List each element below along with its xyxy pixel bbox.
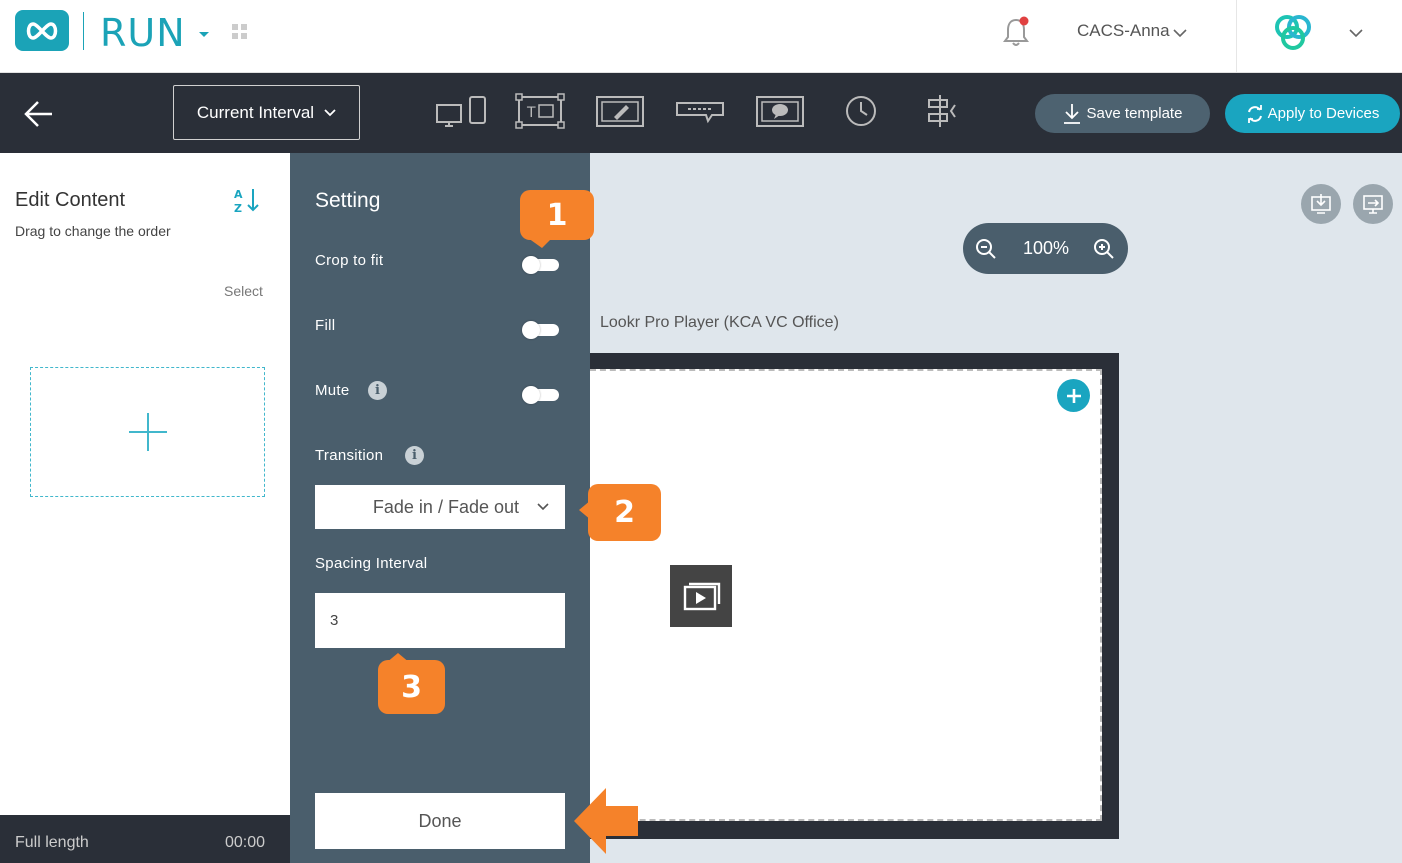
top-bar: RUN CACS-Anna <box>0 0 1402 73</box>
text-widget-icon[interactable]: T <box>515 93 567 134</box>
chevron-down-icon[interactable] <box>1349 25 1363 43</box>
zoom-control: 100% <box>963 223 1128 274</box>
apps-grid-icon[interactable] <box>232 24 248 45</box>
fill-toggle[interactable] <box>522 321 559 339</box>
annotation-badge-3: 3 <box>378 660 445 714</box>
svg-text:T: T <box>526 105 536 121</box>
annotation-badge-1: 1 <box>520 190 594 240</box>
screen-preview-icon[interactable] <box>1353 184 1393 224</box>
download-icon <box>1063 103 1080 124</box>
transition-select[interactable]: Fade in / Fade out <box>315 485 565 529</box>
device-orientation-icon[interactable] <box>436 93 488 134</box>
badge-pointer-icon <box>528 238 552 248</box>
transition-value: Fade in / Fade out <box>372 496 519 517</box>
chevron-down-icon[interactable] <box>1173 25 1187 43</box>
logo-divider <box>83 12 84 50</box>
badge-pointer-icon <box>386 653 410 663</box>
edit-frame-icon[interactable] <box>596 93 646 134</box>
sort-az-icon[interactable]: AZ <box>232 186 260 219</box>
setting-title: Setting <box>315 189 381 212</box>
edit-content-panel: Edit Content Drag to change the order AZ… <box>0 153 290 863</box>
full-length-time: 00:00 <box>224 834 265 851</box>
import-icon[interactable] <box>1301 184 1341 224</box>
crop-to-fit-label: Crop to fit <box>315 252 384 269</box>
brand-cloud-icon[interactable] <box>1267 12 1319 59</box>
full-length-bar: Full length 00:00 <box>0 815 290 863</box>
spacing-interval-label: Spacing Interval <box>315 555 428 572</box>
canvas-area: 100% Lookr Pro Player (KCA VC Office) <box>590 153 1402 863</box>
select-link[interactable]: Select <box>224 283 263 299</box>
annotation-arrow-icon <box>574 788 638 854</box>
media-playlist-icon[interactable] <box>670 565 732 627</box>
caret-down-icon[interactable] <box>198 26 210 44</box>
fill-label: Fill <box>315 317 336 334</box>
svg-text:A: A <box>234 188 243 201</box>
mute-toggle[interactable] <box>522 386 559 404</box>
chevron-down-icon <box>324 108 336 116</box>
svg-text:Z: Z <box>234 202 242 214</box>
apply-to-devices-button[interactable]: Apply to Devices <box>1225 94 1400 133</box>
save-template-button[interactable]: Save template <box>1035 94 1210 133</box>
app-name[interactable]: RUN <box>100 11 186 55</box>
clock-icon[interactable] <box>844 93 878 134</box>
spacing-interval-input[interactable]: 3 <box>315 593 565 648</box>
align-layers-icon[interactable] <box>925 93 959 134</box>
save-template-label: Save template <box>1086 105 1183 122</box>
info-icon[interactable]: i <box>368 381 387 400</box>
user-name[interactable]: CACS-Anna <box>1077 21 1170 41</box>
badge-pointer-icon <box>579 500 591 520</box>
panel-title: Edit Content <box>15 189 126 211</box>
message-widget-icon[interactable] <box>756 93 806 134</box>
full-length-label: Full length <box>15 834 89 851</box>
plus-icon <box>1066 388 1081 403</box>
transition-label: Transition <box>315 447 384 464</box>
annotation-badge-2: 2 <box>588 484 661 541</box>
done-button[interactable]: Done <box>315 793 565 849</box>
zoom-in-icon[interactable] <box>1093 238 1115 260</box>
sync-icon <box>1247 104 1262 123</box>
zoom-out-icon[interactable] <box>975 238 997 260</box>
infinity-logo-icon[interactable] <box>15 10 69 51</box>
setting-panel: Setting Crop to fit Fill Mute i Transiti… <box>290 153 590 863</box>
chevron-down-icon <box>537 503 549 511</box>
panel-subtitle: Drag to change the order <box>15 223 171 239</box>
editor-toolbar: Current Interval T Save template Apply t… <box>0 73 1402 153</box>
current-interval-dropdown[interactable]: Current Interval <box>173 85 360 140</box>
interval-label: Current Interval <box>196 102 315 122</box>
apply-to-devices-label: Apply to Devices <box>1267 105 1380 122</box>
add-content-button[interactable] <box>30 367 265 497</box>
header-divider <box>1236 0 1237 72</box>
player-name: Lookr Pro Player (KCA VC Office) <box>600 314 839 331</box>
back-arrow-icon[interactable] <box>24 100 54 133</box>
notification-bell-icon[interactable] <box>1002 16 1030 53</box>
screen-content-area[interactable] <box>590 369 1102 821</box>
mute-label: Mute <box>315 382 350 399</box>
ticker-widget-icon[interactable] <box>676 93 726 134</box>
info-icon[interactable]: i <box>405 446 424 465</box>
crop-to-fit-toggle[interactable] <box>522 256 559 274</box>
plus-icon <box>128 413 167 451</box>
zoom-level: 100% <box>1023 238 1070 258</box>
add-zone-button[interactable] <box>1057 379 1090 412</box>
